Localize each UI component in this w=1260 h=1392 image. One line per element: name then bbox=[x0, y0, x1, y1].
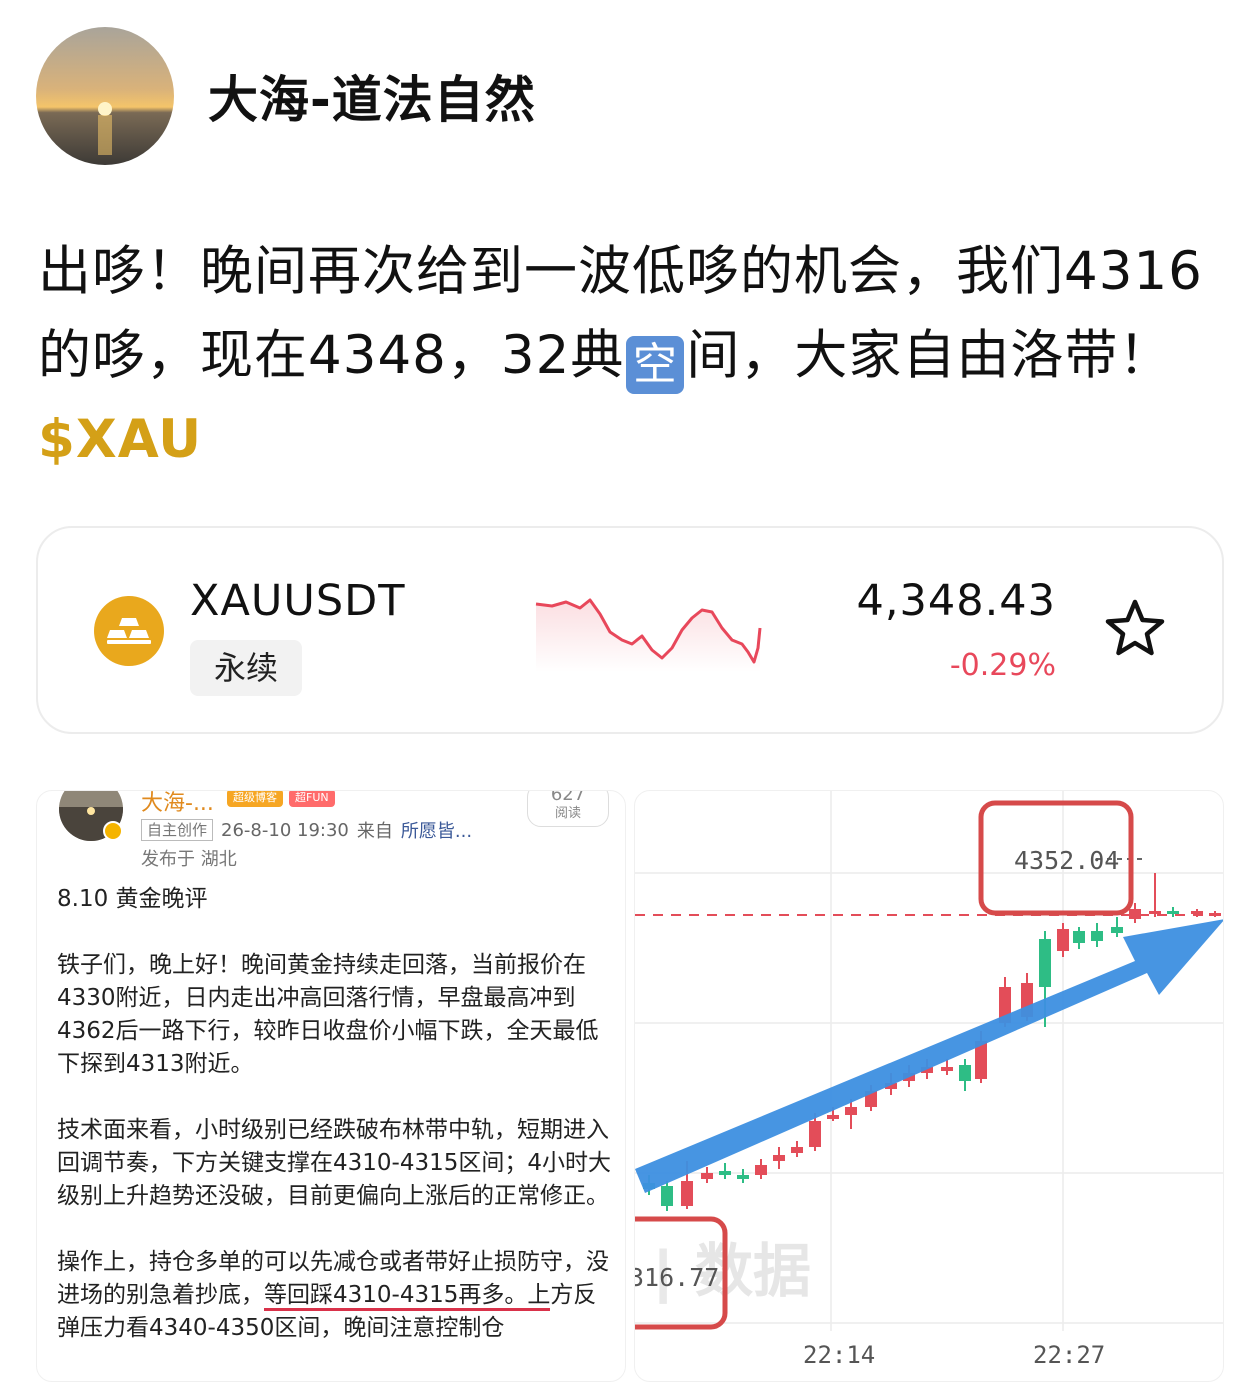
sunset-avatar-icon bbox=[36, 27, 174, 165]
candle-body bbox=[845, 1107, 857, 1115]
article-paragraph-1: 铁子们，晚上好！晚间黄金持续走回落，当前报价在4330附近，日内走出冲高回落行情… bbox=[57, 952, 599, 1077]
views-counter: 627 阅读 bbox=[527, 790, 609, 827]
article-title: 8.10 黄金晚评 bbox=[57, 886, 208, 912]
article-location: 发布于 湖北 bbox=[141, 849, 237, 870]
candle-body bbox=[719, 1171, 731, 1175]
author-avatar[interactable] bbox=[36, 27, 174, 165]
candle-body bbox=[809, 1121, 821, 1147]
candle-body bbox=[827, 1115, 839, 1119]
views-label: 阅读 bbox=[554, 806, 581, 821]
candle-body bbox=[791, 1147, 803, 1153]
candle-body bbox=[1129, 909, 1141, 919]
article-meta: 自主创作 26-8-10 19:30 来自 所愿皆... bbox=[141, 817, 472, 843]
from-value: 所愿皆... bbox=[400, 821, 473, 842]
article-datetime: 26-8-10 19:30 bbox=[221, 819, 349, 841]
low-price-label: 316.77 bbox=[635, 1263, 719, 1292]
from-label: 来自 bbox=[356, 821, 393, 842]
candle-body bbox=[1111, 927, 1123, 933]
para3-highlight: 等回踩4310-4315再多。上 bbox=[264, 1282, 551, 1311]
article-body: 8.10 黄金晚评 铁子们，晚上好！晚间黄金持续走回落，当前报价在4330附近，… bbox=[57, 883, 617, 1378]
article-badges: 超级博客 超FUN bbox=[227, 791, 335, 807]
post-content: 出哆！晚间再次给到一波低哆的机会，我们4316的哆，现在4348，32典空间，大… bbox=[38, 230, 1228, 482]
high-price-label: 4352.04 bbox=[1014, 846, 1119, 875]
star-icon[interactable] bbox=[1104, 598, 1166, 660]
ticker-change: -0.29% bbox=[949, 648, 1056, 683]
ticker-symbol: XAUUSDT bbox=[190, 576, 406, 626]
views-count: 627 bbox=[550, 790, 586, 805]
candle-body bbox=[681, 1181, 693, 1206]
trend-arrow bbox=[635, 919, 1223, 1193]
post-header: 大海-道法自然 bbox=[36, 26, 536, 166]
candle-body bbox=[1073, 931, 1085, 943]
article-paragraph-2: 技术面来看，小时级别已经跌破布林带中轨，短期进入回调节奏，下方关键支撑在4310… bbox=[57, 1117, 611, 1209]
candle-body bbox=[1167, 911, 1179, 914]
badge-2: 超FUN bbox=[289, 791, 335, 807]
candle-body bbox=[941, 1067, 953, 1071]
price-sparkline bbox=[535, 598, 762, 672]
original-tag: 自主创作 bbox=[141, 819, 214, 841]
article-author-name: 大海-... bbox=[141, 791, 214, 816]
article-screenshot-image[interactable]: 大海-... 超级博客 超FUN 627 阅读 自主创作 26-8-10 19:… bbox=[36, 790, 626, 1382]
candle-body bbox=[755, 1165, 767, 1175]
chart-screenshot-image[interactable]: | 数据 4352.04 316.77 22:14 22:27 bbox=[634, 790, 1224, 1382]
candle-body bbox=[1039, 939, 1051, 987]
candle-body bbox=[737, 1175, 749, 1179]
ticker-link[interactable]: $XAU bbox=[38, 409, 202, 470]
ticker-price: 4,348.43 bbox=[856, 576, 1056, 626]
candle-body bbox=[661, 1186, 673, 1206]
author-name[interactable]: 大海-道法自然 bbox=[208, 60, 536, 132]
candle-body bbox=[1149, 911, 1161, 914]
candle-body bbox=[1191, 911, 1203, 914]
time-label-1: 22:14 bbox=[803, 1341, 875, 1369]
candle-body bbox=[1091, 931, 1103, 941]
gold-bars-icon bbox=[94, 596, 164, 666]
candle-body bbox=[773, 1155, 785, 1161]
candle-body bbox=[1057, 929, 1069, 951]
post-text-part2: 间，大家自由洛带！ bbox=[686, 325, 1173, 386]
verified-badge-icon bbox=[103, 821, 123, 841]
badge-1: 超级博客 bbox=[227, 791, 283, 807]
time-label-2: 22:27 bbox=[1033, 1341, 1105, 1369]
kong-emoji-icon: 空 bbox=[626, 336, 685, 394]
candle-body bbox=[959, 1065, 971, 1081]
ticker-card[interactable]: XAUUSDT 永续 4,348.43 -0.29% bbox=[36, 526, 1224, 734]
contract-type-badge: 永续 bbox=[190, 640, 302, 696]
article-paragraph-3: 操作上，持仓多单的可以先减仓或者带好止损防守，没进场的别急着抄底，等回踩4310… bbox=[57, 1246, 617, 1345]
candle-body bbox=[1209, 913, 1221, 916]
candle-body bbox=[701, 1173, 713, 1179]
candlestick-chart: | 数据 4352.04 316.77 22:14 22:27 bbox=[635, 791, 1223, 1369]
